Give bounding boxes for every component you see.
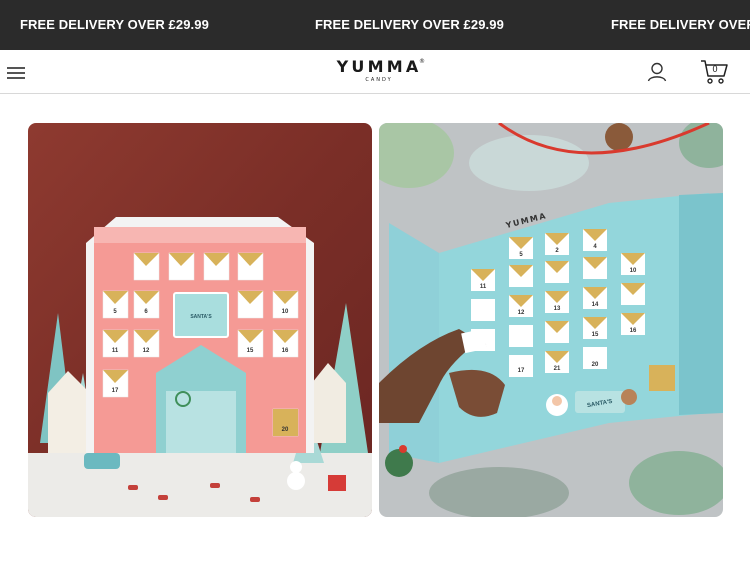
logo-wordmark: YUMMA: [336, 57, 422, 76]
door-number: 14: [592, 302, 599, 308]
door-number: 12: [143, 348, 150, 354]
logo-tagline: CANDY: [365, 77, 393, 83]
door-number: 20: [592, 362, 599, 368]
site-header: YUMMA CANDY ®: [0, 50, 750, 94]
promo-bar: FREE DELIVERY OVER £29.99 FREE DELIVERY …: [0, 0, 750, 50]
shopping-cart-icon[interactable]: 0: [700, 58, 730, 86]
product-image-pink-calendar[interactable]: 5 6 10 11 12 15 16 17 20 SANTA'S: [28, 123, 372, 517]
brand-logo[interactable]: YUMMA CANDY ®: [333, 58, 425, 88]
door-number: 17: [112, 388, 119, 394]
door-number: 10: [282, 309, 289, 315]
cart-count: 0: [712, 64, 718, 74]
door-number: 15: [592, 332, 599, 338]
door-number: 12: [518, 310, 525, 316]
user-icon[interactable]: [645, 60, 669, 84]
door-number: 10: [630, 268, 637, 274]
door-number: 20: [282, 427, 289, 433]
door-number: 21: [554, 366, 561, 372]
promo-message: FREE DELIVERY OVER £29.99: [611, 17, 750, 32]
door-number: 16: [630, 328, 637, 334]
door-number: 15: [247, 348, 254, 354]
promo-message: FREE DELIVERY OVER £29.99: [20, 17, 209, 32]
promo-message: FREE DELIVERY OVER £29.99: [315, 17, 504, 32]
door-number: 11: [480, 284, 487, 290]
door-number: 13: [554, 306, 561, 312]
door-number: 11: [112, 348, 119, 354]
hamburger-menu-icon[interactable]: [7, 67, 25, 79]
door-number: 17: [518, 368, 525, 374]
product-image-open-calendar[interactable]: YUMMA 2 4 5 10 11 12 13 14 15 16 17 20 2…: [379, 123, 723, 517]
door-number: 16: [282, 348, 289, 354]
calendar-label: SANTA'S: [190, 314, 212, 320]
logo-registered-mark: ®: [419, 58, 425, 65]
